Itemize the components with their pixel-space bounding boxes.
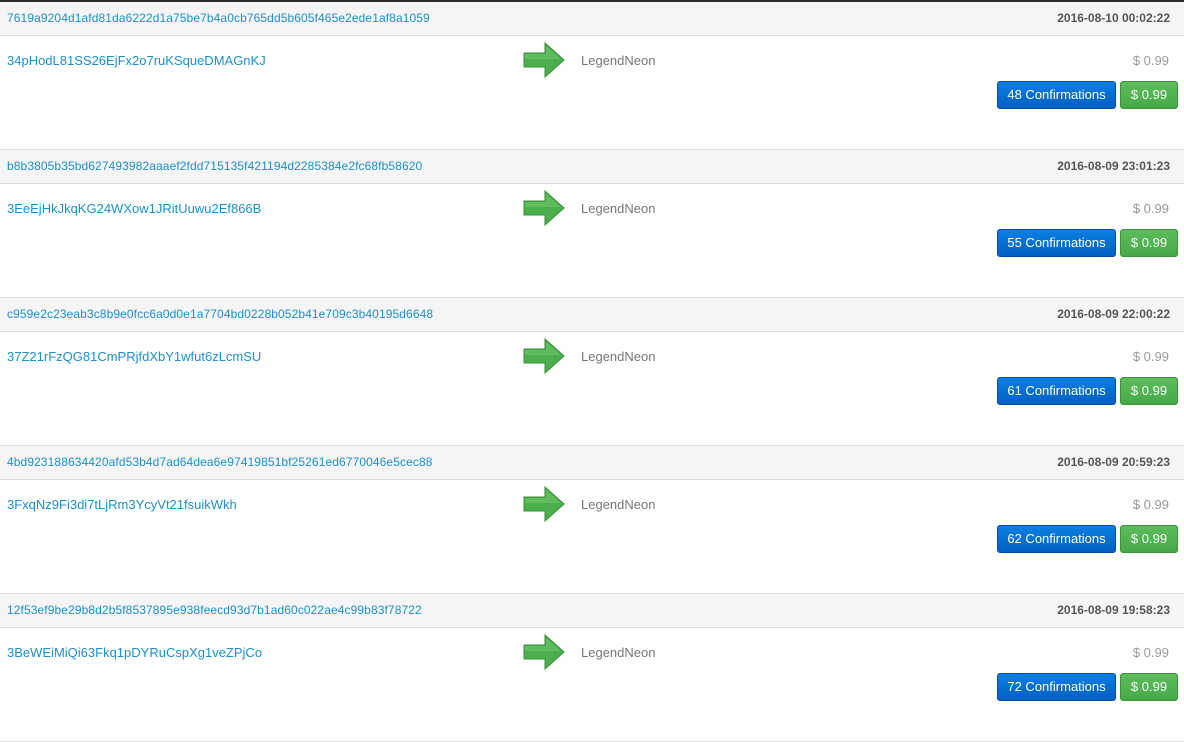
transaction-header: 7619a9204d1afd81da6222d1a75be7b4a0cb765d… bbox=[0, 2, 1184, 36]
recipient-name: LegendNeon bbox=[581, 645, 656, 660]
sender-address-link[interactable]: 3BeWEiMiQi63Fkq1pDYRuCspXg1veZPjCo bbox=[7, 645, 262, 660]
transaction-header: b8b3805b35bd627493982aaaef2fdd715135f421… bbox=[0, 150, 1184, 184]
transaction-header: c959e2c23eab3c8b9e0fcc6a0d0e1a7704bd0228… bbox=[0, 298, 1184, 332]
transaction-timestamp: 2016-08-09 23:01:23 bbox=[1057, 159, 1170, 173]
confirmations-button[interactable]: 72 Confirmations bbox=[997, 673, 1116, 701]
transaction-row: 12f53ef9be29b8d2b5f8537895e938feecd93d7b… bbox=[0, 594, 1184, 742]
transaction-body: 37Z21rFzQG81CmPRjfdXbY1wfut6zLcmSU Legen… bbox=[0, 332, 1184, 445]
transaction-row: b8b3805b35bd627493982aaaef2fdd715135f421… bbox=[0, 150, 1184, 298]
transaction-header: 4bd923188634420afd53b4d7ad64dea6e9741985… bbox=[0, 446, 1184, 480]
value-button[interactable]: $ 0.99 bbox=[1120, 673, 1178, 701]
sender-address-link[interactable]: 3EeEjHkJkqKG24WXow1JRitUuwu2Ef866B bbox=[7, 201, 261, 216]
transaction-timestamp: 2016-08-09 22:00:22 bbox=[1057, 307, 1170, 321]
value-button[interactable]: $ 0.99 bbox=[1120, 229, 1178, 257]
transaction-hash-link[interactable]: b8b3805b35bd627493982aaaef2fdd715135f421… bbox=[7, 159, 422, 173]
confirmations-button[interactable]: 48 Confirmations bbox=[997, 81, 1116, 109]
transaction-amount: $ 0.99 bbox=[1132, 53, 1169, 68]
transaction-body: 34pHodL81SS26EjFx2o7ruKSqueDMAGnKJ Legen… bbox=[0, 36, 1184, 149]
transaction-amount: $ 0.99 bbox=[1132, 645, 1169, 660]
value-button[interactable]: $ 0.99 bbox=[1120, 525, 1178, 553]
sender-address-link[interactable]: 37Z21rFzQG81CmPRjfdXbY1wfut6zLcmSU bbox=[7, 349, 261, 364]
transaction-body: 3BeWEiMiQi63Fkq1pDYRuCspXg1veZPjCo Legen… bbox=[0, 628, 1184, 741]
transaction-timestamp: 2016-08-09 20:59:23 bbox=[1057, 455, 1170, 469]
transaction-row: 7619a9204d1afd81da6222d1a75be7b4a0cb765d… bbox=[0, 2, 1184, 150]
right-arrow-icon bbox=[523, 634, 565, 670]
transaction-amount: $ 0.99 bbox=[1132, 201, 1169, 216]
transaction-body: 3EeEjHkJkqKG24WXow1JRitUuwu2Ef866B Legen… bbox=[0, 184, 1184, 297]
transaction-hash-link[interactable]: 12f53ef9be29b8d2b5f8537895e938feecd93d7b… bbox=[7, 603, 422, 617]
right-arrow-icon bbox=[523, 42, 565, 78]
right-arrow-icon bbox=[523, 338, 565, 374]
value-button[interactable]: $ 0.99 bbox=[1120, 81, 1178, 109]
value-button[interactable]: $ 0.99 bbox=[1120, 377, 1178, 405]
right-arrow-icon bbox=[523, 190, 565, 226]
confirmations-button[interactable]: 55 Confirmations bbox=[997, 229, 1116, 257]
transaction-header: 12f53ef9be29b8d2b5f8537895e938feecd93d7b… bbox=[0, 594, 1184, 628]
sender-address-link[interactable]: 3FxqNz9Fi3di7tLjRm3YcyVt21fsuikWkh bbox=[7, 497, 237, 512]
transaction-body: 3FxqNz9Fi3di7tLjRm3YcyVt21fsuikWkh Legen… bbox=[0, 480, 1184, 593]
recipient-name: LegendNeon bbox=[581, 349, 656, 364]
confirmations-button[interactable]: 62 Confirmations bbox=[997, 525, 1116, 553]
sender-address-link[interactable]: 34pHodL81SS26EjFx2o7ruKSqueDMAGnKJ bbox=[7, 53, 266, 68]
transaction-amount: $ 0.99 bbox=[1132, 497, 1169, 512]
transaction-row: c959e2c23eab3c8b9e0fcc6a0d0e1a7704bd0228… bbox=[0, 298, 1184, 446]
transaction-timestamp: 2016-08-10 00:02:22 bbox=[1057, 11, 1170, 25]
transaction-timestamp: 2016-08-09 19:58:23 bbox=[1057, 603, 1170, 617]
transaction-hash-link[interactable]: c959e2c23eab3c8b9e0fcc6a0d0e1a7704bd0228… bbox=[7, 307, 433, 321]
transaction-hash-link[interactable]: 4bd923188634420afd53b4d7ad64dea6e9741985… bbox=[7, 455, 433, 469]
confirmations-button[interactable]: 61 Confirmations bbox=[997, 377, 1116, 405]
transaction-row: 4bd923188634420afd53b4d7ad64dea6e9741985… bbox=[0, 446, 1184, 594]
transaction-hash-link[interactable]: 7619a9204d1afd81da6222d1a75be7b4a0cb765d… bbox=[7, 11, 430, 25]
recipient-name: LegendNeon bbox=[581, 201, 656, 216]
transaction-list: 7619a9204d1afd81da6222d1a75be7b4a0cb765d… bbox=[0, 2, 1184, 742]
transaction-amount: $ 0.99 bbox=[1132, 349, 1169, 364]
recipient-name: LegendNeon bbox=[581, 53, 656, 68]
right-arrow-icon bbox=[523, 486, 565, 522]
recipient-name: LegendNeon bbox=[581, 497, 656, 512]
